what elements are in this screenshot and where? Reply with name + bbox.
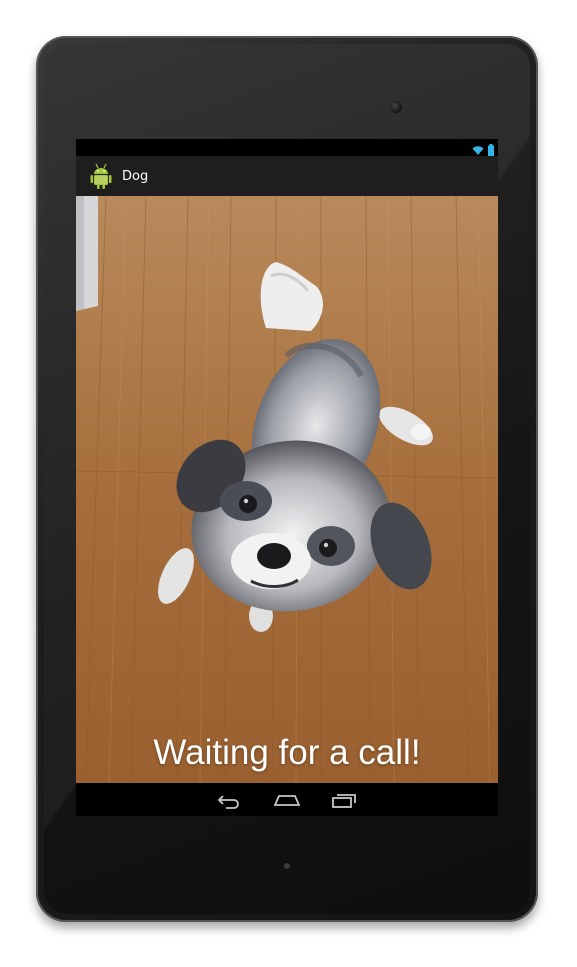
- front-camera: [390, 101, 402, 113]
- app-title: Dog: [122, 168, 149, 184]
- action-bar: Dog: [76, 156, 498, 196]
- device-screen: Dog Waiting for a call!: [76, 139, 498, 816]
- waiting-caption: Waiting for a call!: [153, 733, 421, 772]
- home-icon[interactable]: [272, 790, 302, 810]
- dog-photo: Waiting for a call!: [76, 196, 498, 783]
- android-robot-icon[interactable]: [86, 161, 116, 191]
- back-icon[interactable]: [214, 790, 244, 810]
- status-bar: [76, 139, 498, 156]
- recents-icon[interactable]: [330, 790, 360, 810]
- light-sensor-dot: [284, 863, 290, 869]
- navigation-bar: [76, 783, 498, 816]
